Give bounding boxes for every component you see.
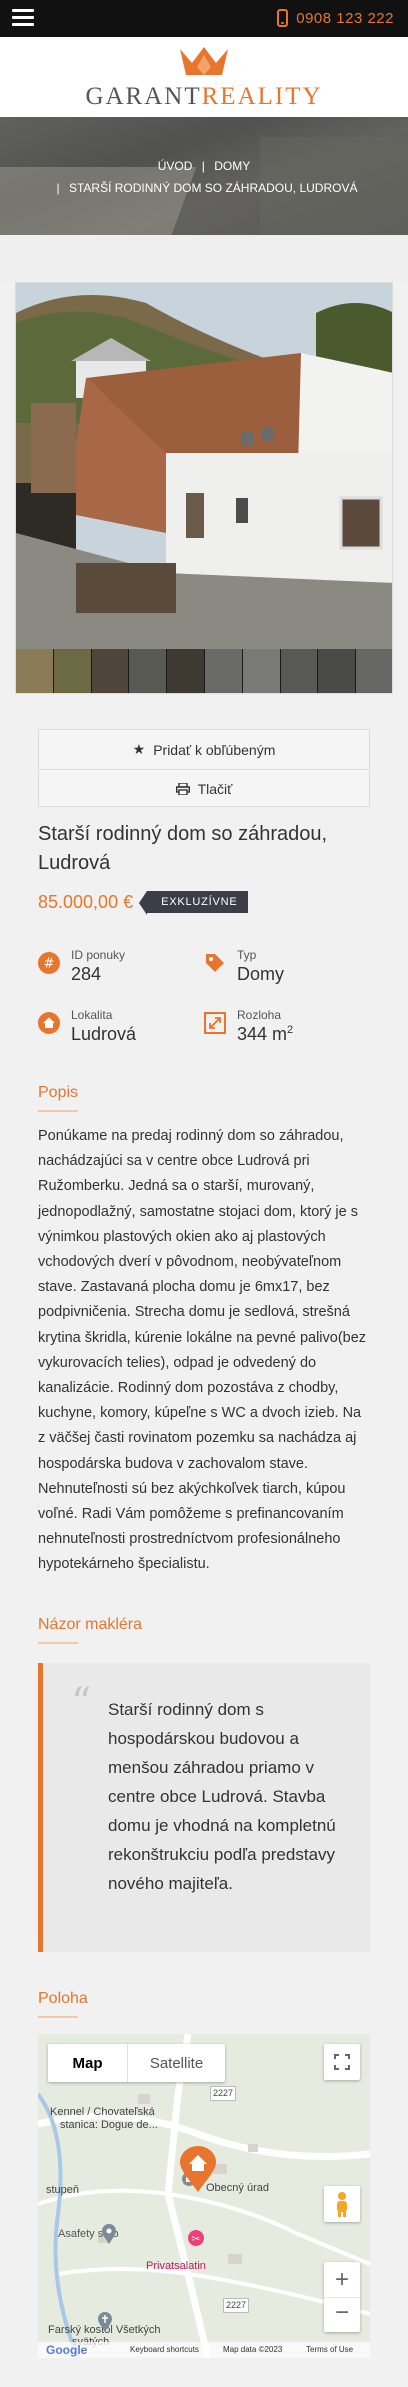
business-pin-icon <box>102 2224 116 2244</box>
fullscreen-icon <box>334 2054 350 2070</box>
map-tab-satellite[interactable]: Satellite <box>128 2044 225 2082</box>
thumbnail[interactable] <box>91 649 130 693</box>
phone-icon <box>277 9 289 27</box>
phone-link[interactable]: 0908 123 222 <box>277 8 394 28</box>
top-bar: 0908 123 222 <box>0 0 408 37</box>
broker-quote: “ Starší rodinný dom s hospodárskou budo… <box>38 1663 370 1952</box>
pegman-icon <box>337 2192 347 2217</box>
star-icon: ★ <box>132 741 146 757</box>
breadcrumb-separator: | <box>201 159 205 173</box>
map-label-kennel: Kennel / Chovateľská <box>50 2106 155 2118</box>
terms-of-use-link[interactable]: Terms of Use <box>306 2345 353 2354</box>
house-photo[interactable] <box>16 283 392 649</box>
menu-icon[interactable] <box>12 9 34 27</box>
thumbnail[interactable] <box>16 649 54 693</box>
expand-icon <box>204 1012 226 1034</box>
property-location-marker[interactable] <box>180 2146 216 2192</box>
listing-actions: ★ Pridať k obľúbeným Tlačiť <box>38 729 370 807</box>
fact-value: Domy <box>237 964 285 984</box>
keyboard-shortcuts-link[interactable]: Keyboard shortcuts <box>130 2345 199 2354</box>
breadcrumb-separator: | <box>56 181 60 195</box>
thumbnail[interactable] <box>318 649 357 693</box>
fullscreen-button[interactable] <box>324 2044 360 2080</box>
printer-icon <box>175 783 190 795</box>
thumbnail[interactable] <box>356 649 392 693</box>
thumbnail[interactable] <box>204 649 243 693</box>
fact-label: Typ <box>237 948 257 962</box>
fact-value: 284 <box>71 964 102 984</box>
breadcrumb: ÚVOD | DOMY | STARŠÍ RODINNÝ DOM SO ZÁHR… <box>0 155 408 199</box>
print-button[interactable]: Tlačiť <box>39 769 369 808</box>
svg-text:✂: ✂ <box>192 2234 200 2245</box>
location-map[interactable]: Map Satellite + − 2227 2227 Kennel / Cho… <box>38 2034 370 2358</box>
map-label-kennel-2: stanica: Dogue de... <box>60 2119 158 2131</box>
svg-text:#: # <box>44 957 55 972</box>
fact-id: # ID ponuky 284 <box>38 948 198 998</box>
section-title-broker: Názor makléra <box>38 1616 143 1644</box>
hash-icon: # <box>38 952 60 974</box>
header-logo[interactable]: GARANTREALITY <box>0 37 408 117</box>
breadcrumb-houses[interactable]: DOMY <box>214 159 250 173</box>
fact-label: Lokalita <box>71 1008 113 1022</box>
add-to-favorites-button[interactable]: ★ Pridať k obľúbeným <box>39 730 369 769</box>
zoom-control: + − <box>324 2262 360 2332</box>
broker-quote-text: Starší rodinný dom s hospodárskou budovo… <box>108 1700 336 1893</box>
favorites-label: Pridať k obľúbeným <box>153 741 276 758</box>
area-value: 344 m <box>237 1024 288 1044</box>
fact-value: 344 m2 <box>237 1024 293 1045</box>
price-row: 85.000,00 € EXKLUZÍVNE <box>38 890 248 915</box>
hero-banner: ÚVOD | DOMY | STARŠÍ RODINNÝ DOM SO ZÁHR… <box>0 117 408 235</box>
map-type-control: Map Satellite <box>48 2044 225 2082</box>
fact-value: Ludrová <box>71 1024 137 1044</box>
map-footer: Google Keyboard shortcuts Map data ©2023… <box>38 2342 370 2358</box>
logo-part-reality: REALITY <box>201 83 323 110</box>
google-logo: Google <box>46 2343 88 2357</box>
price: 85.000,00 € <box>38 891 134 912</box>
section-title-description: Popis <box>38 1084 79 1112</box>
road-label: 2227 <box>210 2086 237 2101</box>
thumbnail[interactable] <box>280 649 319 693</box>
description-text: Ponúkame na predaj rodinný dom so záhrad… <box>38 1128 367 1573</box>
salon-icon: ✂ <box>188 2230 204 2246</box>
thumbnail[interactable] <box>129 649 168 693</box>
area-unit-exponent: 2 <box>287 1024 294 1036</box>
breadcrumb-home[interactable]: ÚVOD <box>158 159 193 173</box>
home-icon <box>38 1012 60 1034</box>
thumbnail[interactable] <box>242 649 281 693</box>
fact-type: Typ Domy <box>204 948 364 998</box>
listing-title: Starší rodinný dom so záhradou, Ludrová <box>38 823 328 874</box>
fact-label: Rozloha <box>237 1008 282 1022</box>
church-pin-icon <box>98 2312 112 2332</box>
quote-icon: “ <box>71 1680 92 1726</box>
zoom-in-button[interactable]: + <box>324 2262 360 2297</box>
fact-area: Rozloha 344 m2 <box>204 1008 364 1058</box>
zoom-out-button[interactable]: − <box>324 2297 360 2332</box>
thumbnail[interactable] <box>53 649 92 693</box>
thumbnail[interactable] <box>167 649 205 693</box>
crown-icon <box>180 47 228 75</box>
road-label: 2227 <box>223 2298 250 2313</box>
phone-number: 0908 123 222 <box>296 9 394 27</box>
street-view-pegman[interactable] <box>324 2186 360 2222</box>
breadcrumb-current: STARŠÍ RODINNÝ DOM SO ZÁHRADOU, LUDROVÁ <box>68 181 358 195</box>
section-title-location: Poloha <box>38 1990 88 2018</box>
map-label-salon: Privatsalatin <box>146 2260 206 2272</box>
fact-label: ID ponuky <box>71 948 126 962</box>
exclusive-badge: EXKLUZÍVNE <box>139 891 248 915</box>
fact-location: Lokalita Ludrová <box>38 1008 198 1058</box>
print-label: Tlačiť <box>197 781 233 797</box>
map-tab-map[interactable]: Map <box>48 2044 128 2082</box>
map-data-label: Map data ©2023 <box>223 2345 283 2354</box>
photo-gallery[interactable] <box>15 282 393 694</box>
logo-text: GARANTREALITY <box>0 83 408 111</box>
logo-part-garant: GARANT <box>85 83 202 110</box>
tag-icon <box>206 954 224 972</box>
thumbnail-strip[interactable] <box>16 649 392 693</box>
map-label-stupen: stupeň <box>46 2184 80 2196</box>
